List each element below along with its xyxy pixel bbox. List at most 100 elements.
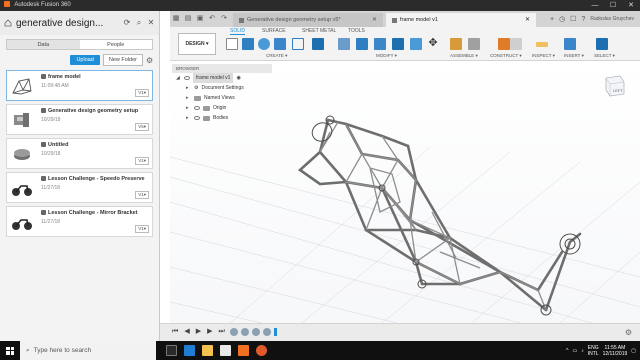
tab-surface[interactable]: SURFACE <box>262 28 286 34</box>
close-tab-icon[interactable]: ✕ <box>372 13 377 27</box>
group-insert[interactable]: INSERT ▾ <box>564 53 584 59</box>
joint-icon[interactable] <box>468 38 480 50</box>
group-inspect[interactable]: INSPECT ▾ <box>532 53 555 59</box>
visibility-eye-icon[interactable] <box>194 106 200 110</box>
viewcube[interactable]: LEFT <box>598 70 628 100</box>
gear-icon[interactable]: ⚙ <box>146 56 153 64</box>
task-view-icon[interactable] <box>166 345 177 356</box>
doc-tab[interactable]: Generative design geometry setup v5* ✕ <box>233 13 383 27</box>
tray-arrow-icon[interactable]: ^ <box>566 348 568 354</box>
expand-arrow-icon[interactable]: ▸ <box>186 93 191 103</box>
browser-root[interactable]: ◢ frame model v1 ◉ <box>172 73 272 83</box>
extrude-icon[interactable] <box>242 38 254 50</box>
group-create[interactable]: CREATE ▾ <box>266 53 287 59</box>
timeline-feature-icon[interactable] <box>252 328 260 336</box>
fillet-icon[interactable] <box>356 38 368 50</box>
search-icon[interactable]: ⌕ <box>135 19 143 27</box>
group-select[interactable]: SELECT ▾ <box>594 53 615 59</box>
browser-header[interactable]: BROWSER <box>172 64 272 73</box>
file-item[interactable]: Untitled 10/29/18 V1▾ <box>6 138 153 169</box>
expand-arrow-icon[interactable]: ▸ <box>186 113 191 123</box>
file-item[interactable]: Generative design geometry setup 10/29/1… <box>6 104 153 135</box>
upload-button[interactable]: Upload <box>70 55 100 65</box>
file-item[interactable]: frame model 11:09:48 AM V1▾ <box>6 70 153 101</box>
browser-item[interactable]: ▸ Origin <box>172 103 272 113</box>
step-forward-icon[interactable]: ▶ <box>207 328 212 336</box>
version-badge[interactable]: V1▾ <box>135 89 149 97</box>
tab-tools[interactable]: TOOLS <box>348 28 365 34</box>
go-to-start-icon[interactable]: ⏮ <box>172 328 178 336</box>
version-badge[interactable]: V1▾ <box>135 225 149 233</box>
help-icon[interactable]: ? <box>581 16 585 23</box>
doc-tab-active[interactable]: frame model v1 ✕ <box>386 13 536 27</box>
close-button[interactable]: ✕ <box>622 0 640 11</box>
collapse-arrow-icon[interactable]: ◢ <box>176 73 181 83</box>
new-folder-button[interactable]: New Folder <box>102 54 143 66</box>
start-button[interactable] <box>0 341 20 360</box>
network-icon[interactable]: ▭ <box>573 348 578 354</box>
visibility-eye-icon[interactable] <box>184 76 190 80</box>
home-icon[interactable] <box>4 19 12 27</box>
version-badge[interactable]: V1▾ <box>135 191 149 199</box>
timeline-feature-icon[interactable] <box>230 328 238 336</box>
workspace-selector[interactable]: DESIGN ▾ <box>178 33 216 55</box>
file-item[interactable]: Lesson Challenge - Speedo Preserve 11/27… <box>6 172 153 203</box>
group-assemble[interactable]: ASSEMBLE ▾ <box>450 53 478 59</box>
shell-icon[interactable] <box>392 38 404 50</box>
press-pull-icon[interactable] <box>338 38 350 50</box>
close-tab-icon[interactable]: ✕ <box>525 13 530 27</box>
visibility-eye-icon[interactable] <box>194 116 200 120</box>
step-back-icon[interactable]: ◀ <box>184 328 189 336</box>
version-badge[interactable]: V5▾ <box>135 123 149 131</box>
go-to-end-icon[interactable]: ⏭ <box>218 328 224 336</box>
language-indicator[interactable]: ENG INTL <box>588 345 599 357</box>
notifications-icon[interactable]: ☐ <box>570 15 576 23</box>
offset-plane-icon[interactable] <box>498 38 510 50</box>
revolve-icon[interactable] <box>258 38 270 50</box>
select-icon[interactable] <box>596 38 608 50</box>
close-panel-icon[interactable]: ✕ <box>147 19 155 27</box>
tab-data[interactable]: Data <box>7 40 80 49</box>
insert-image-icon[interactable] <box>564 38 576 50</box>
sweep-icon[interactable] <box>274 38 286 50</box>
group-modify[interactable]: MODIFY ▾ <box>376 53 397 59</box>
file-item[interactable]: Lesson Challenge - Mirror Bracket 11/27/… <box>6 206 153 237</box>
firefox-icon[interactable] <box>256 345 267 356</box>
refresh-icon[interactable]: ⟳ <box>123 19 131 27</box>
combine-icon[interactable] <box>410 38 422 50</box>
group-construct[interactable]: CONSTRUCT ▾ <box>490 53 522 59</box>
taskbar-search[interactable]: ⌕ Type here to search <box>20 341 156 360</box>
expand-arrow-icon[interactable]: ▸ <box>186 103 191 113</box>
loft-icon[interactable] <box>292 38 304 50</box>
project-title[interactable]: generative design... <box>16 18 119 29</box>
create-more-icon[interactable] <box>312 38 324 50</box>
viewport-canvas[interactable]: BROWSER ◢ frame model v1 ◉ ▸ ⚙ Document … <box>170 62 640 341</box>
minimize-button[interactable]: — <box>586 0 604 11</box>
fusion-360-icon[interactable] <box>238 345 249 356</box>
move-icon[interactable]: ✥ <box>427 38 439 50</box>
browser-item[interactable]: ▸ ⚙ Document Settings <box>172 83 272 93</box>
tab-sheet-metal[interactable]: SHEET METAL <box>302 28 336 34</box>
grid-menu-icon[interactable]: ▦ <box>170 11 182 27</box>
tab-solid[interactable]: SOLID <box>230 28 246 35</box>
browser-item[interactable]: ▸ Bodies <box>172 113 272 123</box>
timeline-feature-icon[interactable] <box>241 328 249 336</box>
construct-axis-icon[interactable] <box>510 38 522 50</box>
undo-icon[interactable]: ↶ <box>206 11 218 27</box>
edge-browser-icon[interactable] <box>184 345 195 356</box>
save-icon[interactable]: ▣ <box>194 11 206 27</box>
measure-icon[interactable] <box>536 42 548 47</box>
clock[interactable]: 11:55 AM 12/11/2019 <box>603 345 628 357</box>
version-badge[interactable]: V1▾ <box>135 157 149 165</box>
new-component-icon[interactable] <box>450 38 462 50</box>
sketch-icon[interactable] <box>226 38 238 50</box>
maximize-button[interactable]: ☐ <box>604 0 622 11</box>
store-icon[interactable] <box>220 345 231 356</box>
browser-item[interactable]: ▸ Named Views <box>172 93 272 103</box>
timeline-settings-gear-icon[interactable]: ⚙ <box>625 328 632 337</box>
timeline-feature-icon[interactable] <box>263 328 271 336</box>
tab-people[interactable]: People <box>80 40 153 49</box>
file-menu-icon[interactable]: ▤ <box>182 11 194 27</box>
play-icon[interactable]: ▶ <box>196 328 201 336</box>
expand-arrow-icon[interactable]: ▸ <box>186 83 191 93</box>
